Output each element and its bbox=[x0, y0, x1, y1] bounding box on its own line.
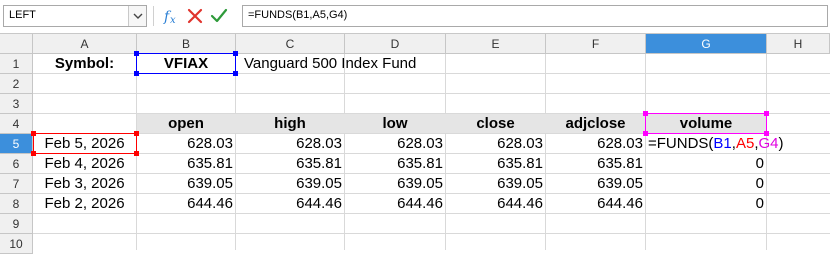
function-wizard-button[interactable]: f x bbox=[161, 6, 181, 26]
cell-d6[interactable]: 635.81 bbox=[345, 154, 445, 174]
cell-c1[interactable]: Vanguard 500 Index Fund bbox=[242, 54, 542, 74]
column-header-h[interactable]: H bbox=[767, 34, 830, 54]
column-header-b[interactable]: B bbox=[137, 34, 236, 54]
cell-d8[interactable]: 644.46 bbox=[345, 194, 445, 214]
cell-g8[interactable]: 0 bbox=[646, 194, 766, 214]
cell-d5[interactable]: 628.03 bbox=[345, 134, 445, 154]
row-header-9[interactable]: 9 bbox=[0, 214, 33, 234]
cell-g5-editing[interactable]: =FUNDS(B1,A5,G4) bbox=[646, 134, 830, 154]
formula-bar-separator bbox=[153, 6, 154, 26]
select-all-corner[interactable] bbox=[0, 34, 33, 54]
formula-ref-g4: G4 bbox=[758, 135, 779, 152]
row-header-7[interactable]: 7 bbox=[0, 174, 33, 194]
cell-e5[interactable]: 628.03 bbox=[446, 134, 545, 154]
cell-b5[interactable]: 628.03 bbox=[137, 134, 235, 154]
column-header-e[interactable]: E bbox=[446, 34, 546, 54]
accept-button[interactable] bbox=[209, 6, 229, 26]
cell-e7[interactable]: 639.05 bbox=[446, 174, 545, 194]
cell-d7[interactable]: 639.05 bbox=[345, 174, 445, 194]
column-header-a[interactable]: A bbox=[33, 34, 137, 54]
cell-a6[interactable]: Feb 4, 2026 bbox=[33, 154, 136, 174]
row-header-4[interactable]: 4 bbox=[0, 114, 33, 134]
name-box[interactable]: LEFT bbox=[3, 5, 147, 27]
formula-part-func: =FUNDS( bbox=[648, 135, 714, 152]
svg-text:x: x bbox=[170, 15, 176, 26]
cell-f8[interactable]: 644.46 bbox=[546, 194, 645, 214]
cancel-x-icon bbox=[187, 8, 203, 24]
function-wizard-icon: f x bbox=[163, 9, 176, 26]
cell-c6[interactable]: 635.81 bbox=[236, 154, 344, 174]
cell-e4[interactable]: close bbox=[446, 114, 545, 134]
column-header-c[interactable]: C bbox=[236, 34, 345, 54]
formula-input[interactable]: =FUNDS(B1,A5,G4) bbox=[242, 5, 828, 27]
cell-a8[interactable]: Feb 2, 2026 bbox=[33, 194, 136, 214]
column-header-f[interactable]: F bbox=[546, 34, 646, 54]
cell-g4[interactable]: volume bbox=[646, 114, 766, 134]
cell-b4[interactable]: open bbox=[137, 114, 235, 134]
cell-b6[interactable]: 635.81 bbox=[137, 154, 235, 174]
cell-g6[interactable]: 0 bbox=[646, 154, 766, 174]
cell-f7[interactable]: 639.05 bbox=[546, 174, 645, 194]
gridline bbox=[33, 93, 830, 94]
row-header-5[interactable]: 5 bbox=[0, 134, 33, 154]
name-box-dropdown-button[interactable] bbox=[128, 6, 146, 26]
formula-ref-b1: B1 bbox=[713, 135, 732, 152]
formula-ref-a5: A5 bbox=[735, 135, 755, 152]
cell-b1[interactable]: VFIAX bbox=[137, 54, 235, 74]
cell-a1[interactable]: Symbol: bbox=[33, 54, 136, 74]
cell-d4[interactable]: low bbox=[345, 114, 445, 134]
cancel-button[interactable] bbox=[185, 6, 205, 26]
formula-input-text[interactable]: =FUNDS(B1,A5,G4) bbox=[248, 9, 347, 21]
spreadsheet-grid[interactable]: A B C D E F G H 1 2 3 4 5 6 7 8 9 10 Sym… bbox=[0, 34, 830, 254]
accept-check-icon bbox=[210, 8, 228, 23]
cell-g7[interactable]: 0 bbox=[646, 174, 766, 194]
cell-f6[interactable]: 635.81 bbox=[546, 154, 645, 174]
cell-e8[interactable]: 644.46 bbox=[446, 194, 545, 214]
formula-bar: LEFT f x =FUNDS(B1,A5,G4) bbox=[0, 0, 830, 34]
cell-c8[interactable]: 644.46 bbox=[236, 194, 344, 214]
row-header-2[interactable]: 2 bbox=[0, 74, 33, 94]
cell-a5[interactable]: Feb 5, 2026 bbox=[33, 134, 136, 154]
row-header-6[interactable]: 6 bbox=[0, 154, 33, 174]
cell-a7[interactable]: Feb 3, 2026 bbox=[33, 174, 136, 194]
chevron-down-icon bbox=[133, 13, 143, 19]
row-header-1[interactable]: 1 bbox=[0, 54, 33, 74]
cell-c5[interactable]: 628.03 bbox=[236, 134, 344, 154]
name-box-value[interactable]: LEFT bbox=[9, 9, 36, 21]
row-header-10[interactable]: 10 bbox=[0, 234, 33, 254]
gridline bbox=[33, 233, 830, 234]
formula-part-close: ) bbox=[778, 135, 784, 152]
cell-c7[interactable]: 639.05 bbox=[236, 174, 344, 194]
row-header-3[interactable]: 3 bbox=[0, 94, 33, 114]
cell-e6[interactable]: 635.81 bbox=[446, 154, 545, 174]
column-header-g[interactable]: G bbox=[646, 34, 767, 54]
cell-b8[interactable]: 644.46 bbox=[137, 194, 235, 214]
cell-f4[interactable]: adjclose bbox=[546, 114, 645, 134]
column-header-d[interactable]: D bbox=[345, 34, 446, 54]
cell-f5[interactable]: 628.03 bbox=[546, 134, 645, 154]
cell-b7[interactable]: 639.05 bbox=[137, 174, 235, 194]
row-header-8[interactable]: 8 bbox=[0, 194, 33, 214]
cell-c4[interactable]: high bbox=[236, 114, 344, 134]
